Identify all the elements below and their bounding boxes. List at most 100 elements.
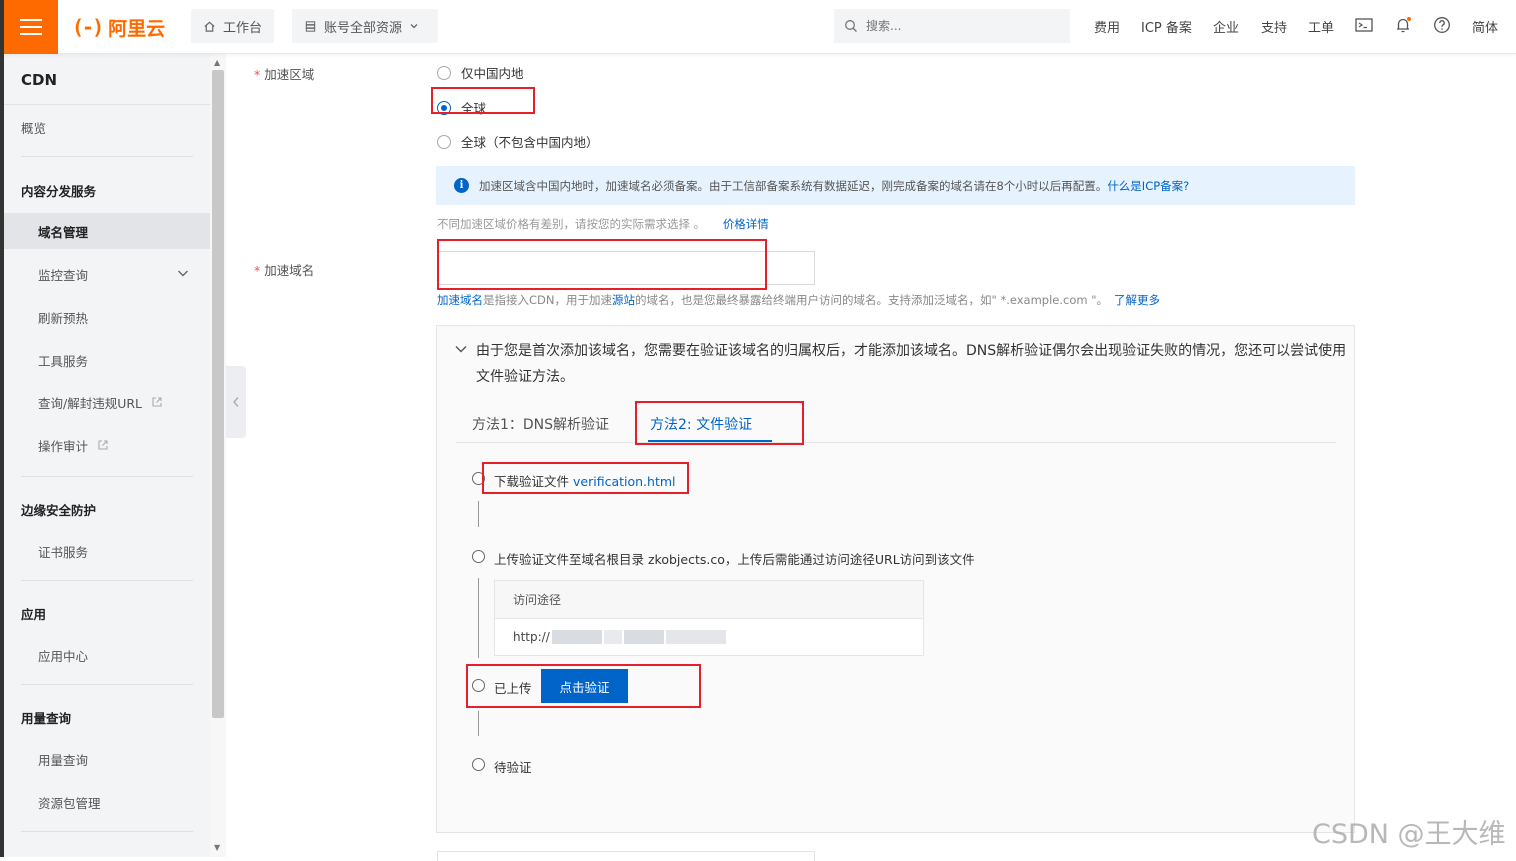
redacted-block — [603, 630, 622, 644]
sidebar-divider — [21, 156, 193, 157]
price-details-link[interactable]: 价格详情 — [723, 217, 769, 231]
sidebar-item-refresh[interactable]: 刷新预热 — [4, 299, 210, 335]
sidebar-item-monitoring[interactable]: 监控查询 — [4, 256, 210, 292]
nav-icp[interactable]: ICP 备案 — [1141, 17, 1192, 36]
watermark: CSDN @王大维 — [1312, 819, 1506, 850]
nav-fees[interactable]: 费用 — [1094, 17, 1120, 36]
ownership-verification-panel — [436, 325, 1355, 833]
language-switch[interactable]: 简体 — [1472, 17, 1498, 36]
region-option-label: 全球（不包含中国内地） — [461, 135, 599, 150]
nav-support[interactable]: 支持 — [1261, 17, 1287, 36]
sidebar-divider — [21, 580, 193, 581]
resource-selector-label: 账号全部资源 — [324, 20, 403, 36]
sidebar-item-domain-management[interactable]: 域名管理 — [4, 213, 210, 249]
access-path-header: 访问途径 — [495, 581, 923, 619]
radio-button-checked[interactable] — [437, 100, 451, 115]
search-input[interactable] — [866, 19, 1046, 33]
sidebar-item-audit[interactable]: 操作审计 — [4, 427, 210, 463]
sidebar-divider — [4, 104, 210, 105]
tabs-divider — [456, 442, 1336, 443]
step-download-file: 下载验证文件 verification.html — [494, 471, 676, 490]
verification-notice: 由于您是首次添加该域名，您需要在验证该域名的归属权后，才能添加该域名。DNS解析… — [476, 343, 1347, 385]
step-upload-file: 上传验证文件至域名根目录 zkobjects.co，上传后需能通过访问途径URL… — [494, 552, 975, 567]
verification-file-link[interactable]: verification.html — [573, 474, 676, 489]
scroll-down-arrow-icon[interactable]: ▼ — [214, 843, 220, 852]
icp-info-banner: i 加速区域含中国内地时，加速域名必须备案。由于工信部备案系统有数据延迟，刚完成… — [436, 166, 1355, 205]
terminal-icon[interactable] — [1354, 15, 1374, 35]
step-uploaded: 已上传 — [494, 681, 532, 696]
sidebar-title: CDN — [21, 71, 58, 89]
domain-term-link[interactable]: 加速域名 — [437, 293, 483, 307]
sidebar-item-tools[interactable]: 工具服务 — [4, 342, 210, 378]
next-field[interactable] — [437, 851, 815, 861]
origin-term-link[interactable]: 源站 — [612, 293, 635, 307]
price-hint: 不同加速区域价格有差别，请按您的实际需求选择 。 价格详情 — [437, 216, 769, 232]
radio-button[interactable] — [437, 134, 451, 149]
verify-button[interactable]: 点击验证 — [541, 669, 628, 703]
info-text: 加速区域含中国内地时，加速域名必须备案。由于工信部备案系统有数据延迟，刚完成备案… — [479, 178, 1189, 194]
sidebar-item-certificates[interactable]: 证书服务 — [4, 533, 210, 569]
scroll-up-arrow-icon[interactable]: ▲ — [214, 58, 220, 67]
info-icon: i — [454, 178, 469, 193]
global-search[interactable] — [834, 9, 1070, 43]
tab-file-verification[interactable]: 方法2: 文件验证 — [650, 414, 752, 434]
learn-more-link[interactable]: 了解更多 — [1114, 293, 1160, 307]
sidebar-scrollbar-thumb[interactable] — [212, 70, 224, 718]
sidebar-collapse-toggle[interactable] — [226, 366, 246, 438]
top-bar: (-) 阿里云 工作台 账号全部资源 费用 ICP 备案 企业 支持 工单 简体 — [0, 0, 1516, 54]
window-edge — [0, 0, 4, 857]
nav-enterprise[interactable]: 企业 — [1213, 17, 1239, 36]
chevron-down-icon — [410, 24, 418, 29]
logo-mark-icon: (-) — [72, 15, 104, 39]
region-option-global[interactable]: 全球 — [437, 98, 486, 117]
region-option-label: 全球 — [461, 101, 487, 116]
sidebar-group-edge-security: 边缘安全防护 — [21, 503, 97, 518]
region-option-label: 仅中国内地 — [461, 66, 524, 81]
domain-input[interactable] — [437, 251, 815, 285]
resource-selector[interactable]: 账号全部资源 — [292, 9, 438, 43]
region-option-china-mainland[interactable]: 仅中国内地 — [437, 63, 524, 82]
step-radio[interactable] — [472, 550, 485, 563]
step-radio[interactable] — [472, 472, 485, 485]
price-hint-text: 不同加速区域价格有差别，请按您的实际需求选择 。 — [437, 217, 706, 231]
sidebar-item-app-center[interactable]: 应用中心 — [4, 637, 210, 673]
radio-button[interactable] — [437, 65, 451, 80]
region-label: * 加速区域 — [254, 64, 314, 83]
sidebar-group-usage: 用量查询 — [21, 711, 72, 726]
sidebar-item-usage-query[interactable]: 用量查询 — [4, 741, 210, 777]
external-link-icon — [98, 440, 108, 450]
sidebar-group-content-delivery: 内容分发服务 — [21, 184, 97, 199]
nav-ticket[interactable]: 工单 — [1308, 17, 1334, 36]
access-path-cell[interactable]: http:// — [495, 619, 923, 655]
search-icon — [845, 20, 857, 32]
domain-hint-text: 是指接入CDN，用于加速 — [483, 293, 612, 307]
access-path-table: 访问途径 http:// — [494, 580, 924, 656]
help-icon[interactable] — [1432, 15, 1452, 35]
external-link-icon — [152, 397, 162, 407]
required-mark: * — [254, 67, 261, 82]
region-option-global-excl-mainland[interactable]: 全球（不包含中国内地） — [437, 132, 599, 151]
info-message: 加速区域含中国内地时，加速域名必须备案。由于工信部备案系统有数据延迟，刚完成备案… — [479, 178, 1108, 193]
sidebar-divider — [21, 831, 193, 832]
sidebar-item-url-unblock[interactable]: 查询/解封违规URL — [4, 384, 210, 420]
sidebar-item-label: 监控查询 — [38, 267, 89, 283]
sidebar-item-overview[interactable]: 概览 — [4, 109, 210, 145]
aliyun-logo[interactable]: (-) 阿里云 — [72, 12, 165, 42]
sidebar: CDN 概览 内容分发服务 域名管理 监控查询 刷新预热 工具服务 查询/解封违… — [4, 54, 210, 857]
sidebar-item-resource-packages[interactable]: 资源包管理 — [4, 784, 210, 820]
workbench-label: 工作台 — [223, 20, 263, 36]
bell-icon[interactable] — [1393, 15, 1413, 35]
step-pending: 待验证 — [494, 760, 532, 775]
domain-hint: 加速域名是指接入CDN，用于加速源站的域名，也是您最终暴露给终端用户访问的域名。… — [437, 292, 1160, 308]
workbench-button[interactable]: 工作台 — [191, 9, 275, 43]
icp-link[interactable]: 什么是ICP备案? — [1107, 179, 1189, 193]
step-radio[interactable] — [472, 758, 485, 771]
sidebar-group-apps: 应用 — [21, 607, 47, 622]
sidebar-item-label: 查询/解封违规URL — [38, 395, 143, 411]
home-icon — [204, 21, 215, 32]
tab-dns-verification[interactable]: 方法1：DNS解析验证 — [472, 414, 609, 434]
step-radio[interactable] — [472, 679, 485, 692]
menu-icon[interactable] — [4, 0, 58, 54]
step-connector — [478, 578, 479, 658]
step-connector — [478, 501, 479, 527]
